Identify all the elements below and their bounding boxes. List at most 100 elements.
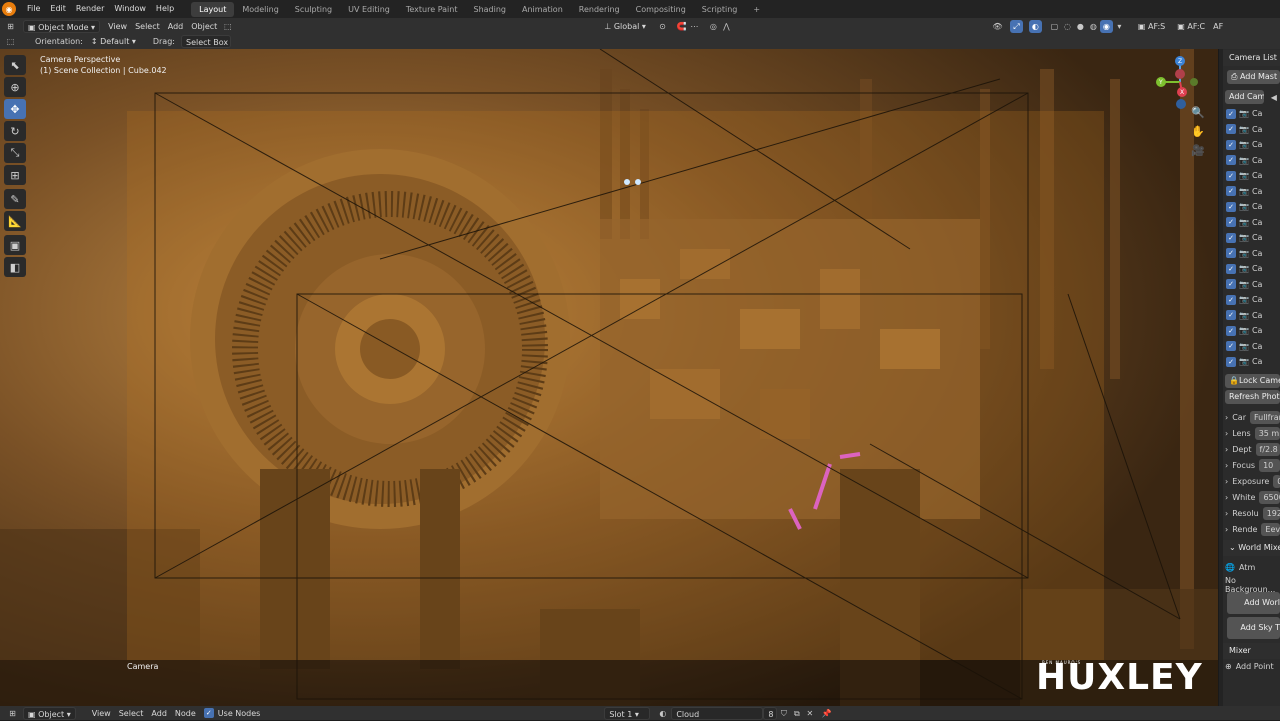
3d-viewport[interactable] (0, 49, 1218, 706)
xray-icon[interactable]: ▢ (1048, 20, 1061, 33)
addon-afc-button[interactable]: ▣ AF:C (1173, 20, 1209, 33)
pin-icon[interactable]: 📌 (820, 707, 833, 720)
node-editor-type-icon[interactable]: ⊞ (6, 707, 19, 720)
material-name-field[interactable]: Cloud (671, 706, 764, 720)
list-item[interactable]: ✓ 📷 Ca (1219, 199, 1280, 215)
camera-view-icon[interactable]: 🎥 (1189, 144, 1207, 162)
white-balance-row[interactable]: ›White6500 (1219, 490, 1280, 506)
tab-animation[interactable]: Animation (514, 2, 571, 17)
checkbox-icon[interactable]: ✓ (1226, 186, 1236, 197)
scale-tool-icon[interactable]: ⤡ (4, 143, 26, 163)
list-item[interactable]: ✓ 📷 Ca (1219, 122, 1280, 138)
list-item[interactable]: ✓ 📷 Ca (1219, 168, 1280, 184)
select-box-mode-icon[interactable]: ⬚ (4, 35, 17, 48)
tool-icon[interactable]: ⬚ (221, 20, 234, 33)
render-engine-row[interactable]: ›RendeEevee (1219, 522, 1280, 538)
gizmo-toggle-icon[interactable]: ⤢ (1009, 19, 1023, 33)
shading-options-icon[interactable]: ▾ (1113, 20, 1126, 33)
add-camera-button[interactable]: Add Cam... (1225, 90, 1264, 104)
menu-add-bottom[interactable]: Add (147, 707, 171, 720)
menu-select-bottom[interactable]: Select (115, 707, 148, 720)
list-item[interactable]: ✓ 📷 Ca (1219, 137, 1280, 153)
list-item[interactable]: ✓ 📷 Ca (1219, 339, 1280, 355)
checkbox-icon[interactable]: ✓ (1226, 310, 1236, 321)
slot-dropdown[interactable]: Slot 1 ▾ (604, 706, 651, 720)
menu-node[interactable]: Node (171, 707, 200, 720)
menu-object[interactable]: Object (187, 20, 221, 33)
list-item[interactable]: ✓ 📷 Ca (1219, 246, 1280, 262)
list-item[interactable]: ✓ 📷 Ca (1219, 153, 1280, 169)
duplicate-material-icon[interactable]: ⧉ (790, 707, 803, 720)
cursor-tool-icon[interactable]: ⊕ (4, 77, 26, 97)
navigation-gizmo[interactable]: Z Y X (1150, 54, 1210, 109)
checkbox-icon[interactable]: ✓ (1226, 170, 1236, 181)
list-item[interactable]: ✓ 📷 Ca (1219, 277, 1280, 293)
tab-rendering[interactable]: Rendering (571, 2, 628, 17)
shading-solid-icon[interactable]: ● (1074, 20, 1087, 33)
world-mixer-header[interactable]: ⌄ World Mixer (1219, 539, 1280, 556)
orientation-dropdown[interactable]: ↕ Default ▾ (87, 35, 147, 48)
checkbox-icon[interactable]: ✓ (1226, 263, 1236, 274)
use-nodes-checkbox[interactable]: ✓ (203, 708, 214, 718)
depth-row[interactable]: › Dept f/2.8 (1219, 442, 1280, 458)
checkbox-icon[interactable]: ✓ (1226, 217, 1236, 228)
checkbox-icon[interactable]: ✓ (1226, 232, 1236, 243)
add-master-button[interactable]: ⎙ Add Mast (1227, 70, 1280, 84)
snap-target-icon[interactable]: ⋯ (688, 20, 701, 33)
select-tool-icon[interactable]: ⬉ (4, 55, 26, 75)
tab-sculpting[interactable]: Sculpting (287, 2, 340, 17)
checkbox-icon[interactable]: ✓ (1226, 341, 1236, 352)
list-item[interactable]: ✓ 📷 Ca (1219, 323, 1280, 339)
mixer-header[interactable]: Mixer (1219, 642, 1280, 659)
tab-texture-paint[interactable]: Texture Paint (398, 2, 466, 17)
checkbox-icon[interactable]: ✓ (1226, 108, 1236, 119)
overlays-toggle-icon[interactable]: ◐ (1028, 19, 1042, 33)
tab-layout[interactable]: Layout (191, 1, 235, 17)
list-item[interactable]: ✓ 📷 Ca (1219, 106, 1280, 122)
add-cube-tool-icon[interactable]: ▣ (4, 235, 26, 255)
world-row[interactable]: 🌐 Atm (1219, 560, 1280, 576)
tab-scripting[interactable]: Scripting (694, 2, 746, 17)
lock-camera-button[interactable]: 🔒Lock Camera (1225, 373, 1280, 388)
add-point-button[interactable]: ⊕ Add Point (1219, 659, 1280, 675)
zoom-icon[interactable]: 🔍 (1189, 106, 1207, 124)
material-sphere-icon[interactable]: ◐ (656, 707, 669, 720)
menu-window[interactable]: Window (109, 0, 151, 18)
shading-rendered-icon[interactable]: ◉ (1099, 19, 1113, 33)
checkbox-icon[interactable]: ✓ (1226, 139, 1236, 150)
checkbox-icon[interactable]: ✓ (1226, 248, 1236, 259)
checkbox-icon[interactable]: ✓ (1226, 325, 1236, 336)
arrow-left-icon[interactable]: ◀ (1268, 91, 1280, 104)
menu-file[interactable]: File (22, 0, 45, 18)
mode-dropdown[interactable]: ▣ Object Mode ▾ (23, 19, 101, 33)
lens-row[interactable]: › Lens 35 m (1219, 426, 1280, 442)
tab-shading[interactable]: Shading (465, 2, 514, 17)
list-item[interactable]: ✓ 📷 Ca (1219, 354, 1280, 370)
list-item[interactable]: ✓ 📷 Ca (1219, 215, 1280, 231)
checkbox-icon[interactable]: ✓ (1226, 294, 1236, 305)
tab-modeling[interactable]: Modeling (234, 2, 286, 17)
list-item[interactable]: ✓ 📷 Ca (1219, 230, 1280, 246)
editor-type-icon[interactable]: ⊞ (4, 20, 17, 33)
menu-add[interactable]: Add (164, 20, 188, 33)
checkbox-icon[interactable]: ✓ (1226, 356, 1236, 367)
measure-tool-icon[interactable]: 📐 (4, 211, 26, 231)
pan-hand-icon[interactable]: ✋ (1189, 125, 1207, 143)
menu-view-bottom[interactable]: View (88, 707, 115, 720)
checkbox-icon[interactable]: ✓ (1226, 155, 1236, 166)
rotate-tool-icon[interactable]: ↻ (4, 121, 26, 141)
menu-select[interactable]: Select (131, 20, 164, 33)
refresh-button[interactable]: Refresh Photogra (1225, 389, 1280, 404)
object-type-dropdown[interactable]: ▣ Object ▾ (23, 706, 76, 720)
annotate-tool-icon[interactable]: ✎ (4, 189, 26, 209)
camera-list-header[interactable]: Camera List (1219, 50, 1280, 66)
snap-icon[interactable]: 🧲 (675, 20, 688, 33)
add-workspace-button[interactable]: + (745, 2, 768, 17)
blender-logo-icon[interactable]: ◉ (2, 2, 16, 16)
addon-afs-button[interactable]: ▣ AF:S (1134, 20, 1169, 33)
menu-view[interactable]: View (104, 20, 131, 33)
checkbox-icon[interactable]: ✓ (1226, 124, 1236, 135)
add-sky-button[interactable]: Add Sky T (1227, 616, 1280, 639)
add-world-button[interactable]: Add Worl (1227, 591, 1280, 614)
material-users-count[interactable]: 8 (763, 706, 778, 720)
